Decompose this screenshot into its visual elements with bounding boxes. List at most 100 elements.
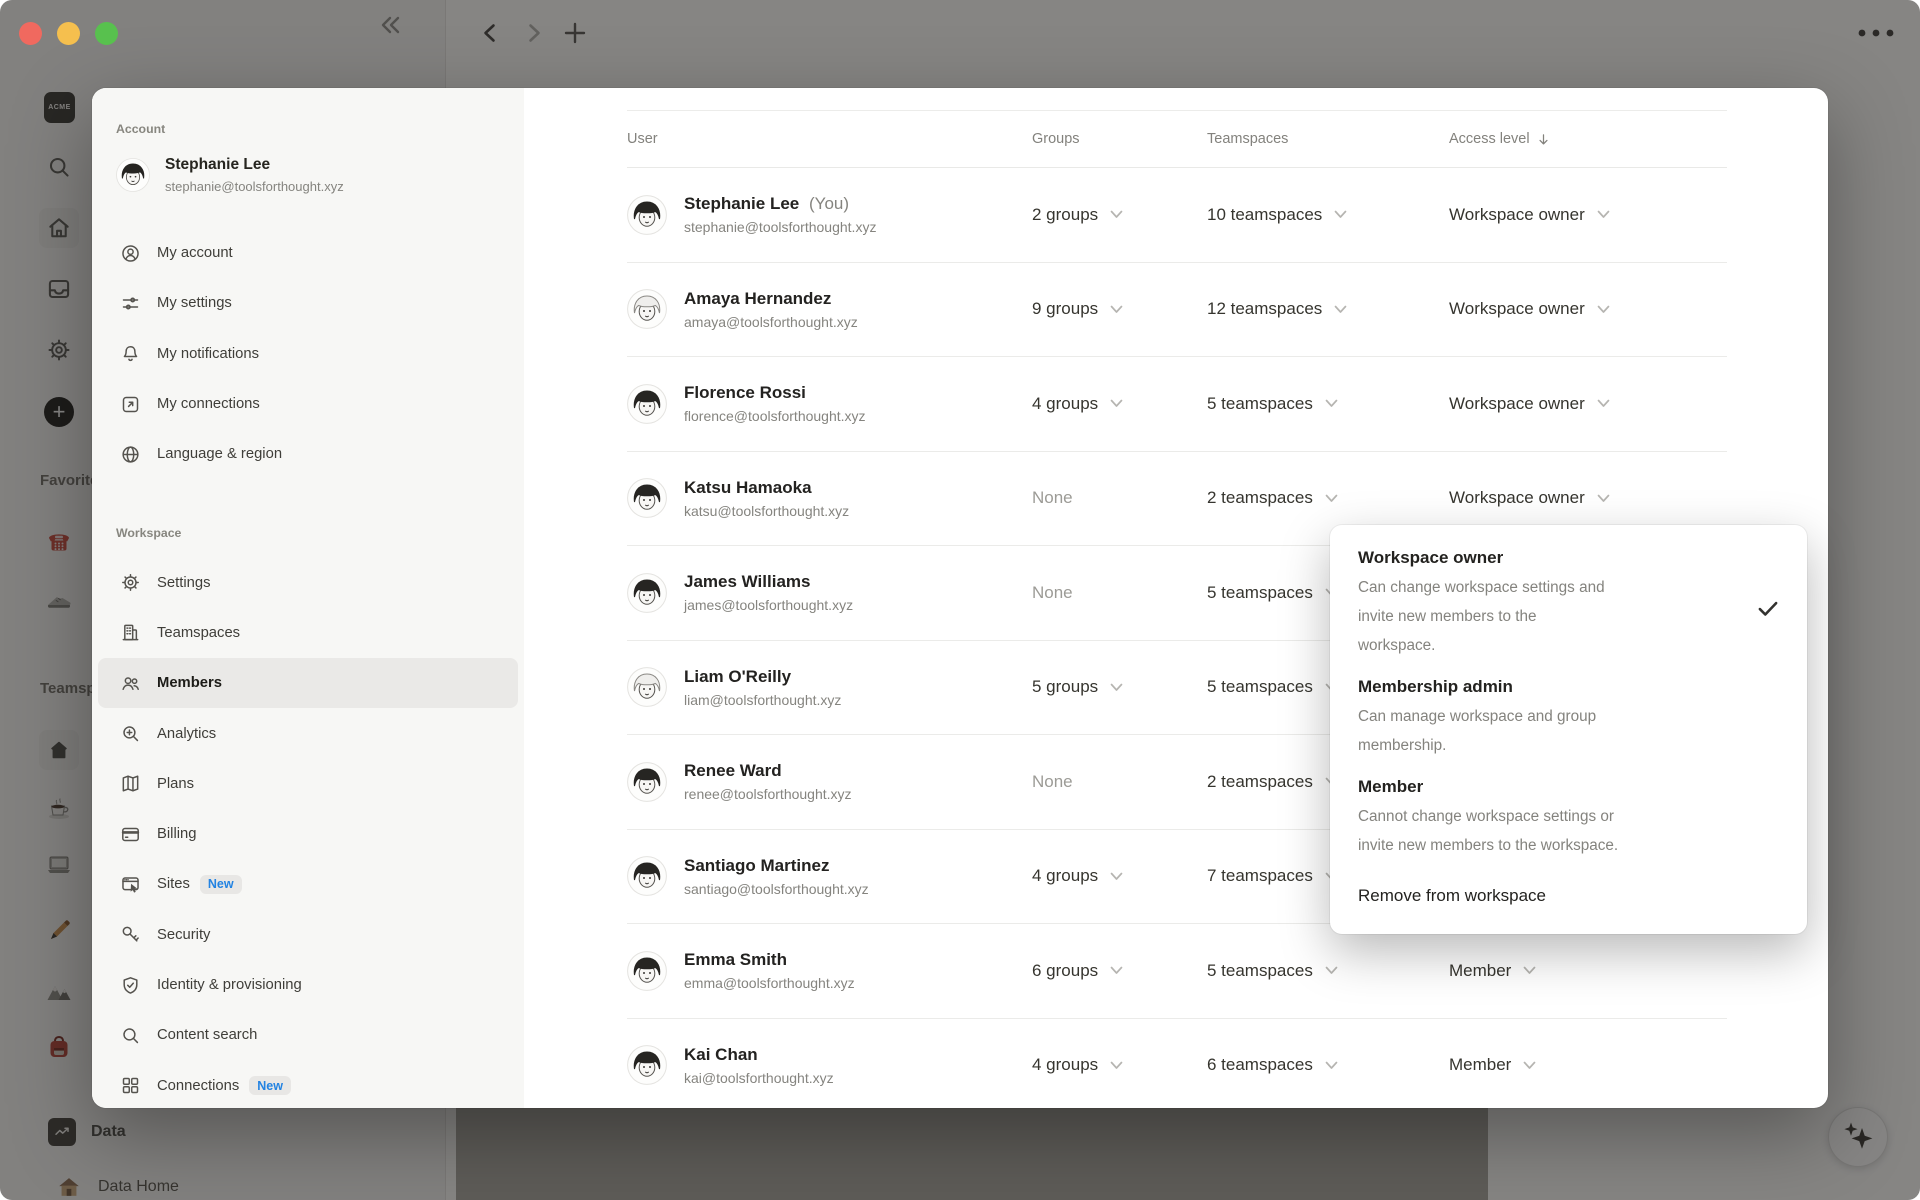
menu-option-member[interactable]: Member Cannot change workspace settings o…: [1358, 774, 1783, 860]
column-header-access-level[interactable]: Access level: [1449, 131, 1727, 147]
access-level-cell[interactable]: Member: [1449, 961, 1727, 981]
minimize-button[interactable]: [57, 22, 80, 45]
sidebar-item-content-search[interactable]: Content search: [98, 1010, 518, 1060]
teamspaces-cell[interactable]: 6 teamspaces: [1207, 1055, 1449, 1075]
shield-check-icon: [120, 975, 141, 996]
menu-option-workspace-owner[interactable]: Workspace owner Can change workspace sett…: [1358, 545, 1783, 660]
magnifier-plus-icon: [120, 723, 141, 744]
access-level-cell[interactable]: Member: [1449, 1055, 1727, 1075]
sidebar-item-teamspaces[interactable]: Teamspaces: [98, 608, 518, 658]
sidebar-item-sites[interactable]: Sites New: [98, 859, 518, 909]
chevron-down-icon: [1110, 872, 1123, 880]
user-cell: Amaya Hernandez amaya@toolsforthought.xyz: [627, 287, 1032, 332]
table-row: Amaya Hernandez amaya@toolsforthought.xyz…: [627, 263, 1727, 357]
table-header: User Groups Teamspaces Access level: [627, 110, 1727, 168]
column-header-teamspaces[interactable]: Teamspaces: [1207, 131, 1449, 147]
zoom-button[interactable]: [95, 22, 118, 45]
avatar: [116, 158, 150, 192]
teamspaces-cell[interactable]: 10 teamspaces: [1207, 205, 1449, 225]
menu-option-membership-admin[interactable]: Membership admin Can manage workspace and…: [1358, 674, 1783, 760]
browser-cursor-icon: [120, 874, 141, 895]
teamspaces-cell[interactable]: 5 teamspaces: [1207, 394, 1449, 414]
screen: ACME + Favorites Teamspaces: [0, 0, 1920, 1200]
user-cell: Emma Smith emma@toolsforthought.xyz: [627, 948, 1032, 993]
chevron-down-icon: [1524, 1061, 1536, 1069]
groups-cell[interactable]: 6 groups: [1032, 961, 1207, 981]
sidebar-item-my-account[interactable]: My account: [98, 228, 518, 278]
menu-option-label: Workspace owner: [1358, 548, 1504, 567]
chevron-down-icon: [1334, 305, 1347, 313]
sidebar-item-plans[interactable]: Plans: [98, 759, 518, 809]
new-badge: New: [199, 874, 242, 894]
sidebar-item-label: Settings: [157, 574, 211, 591]
groups-cell[interactable]: 2 groups: [1032, 205, 1207, 225]
menu-item-remove-from-workspace[interactable]: Remove from workspace: [1358, 874, 1783, 928]
sidebar-item-billing[interactable]: Billing: [98, 809, 518, 859]
member-name: Amaya Hernandez: [684, 288, 832, 308]
avatar: [627, 572, 667, 613]
sidebar-item-members[interactable]: Members: [98, 658, 518, 709]
menu-option-label: Member: [1358, 777, 1424, 796]
close-button[interactable]: [19, 22, 42, 45]
groups-cell[interactable]: 4 groups: [1032, 866, 1207, 886]
account-user-name: Stephanie Lee: [165, 156, 271, 173]
sidebar-item-my-connections[interactable]: My connections: [98, 379, 518, 429]
person-circle-icon: [120, 243, 141, 264]
member-email: katsu@toolsforthought.xyz: [684, 502, 850, 519]
sidebar-item-label: Analytics: [157, 725, 217, 742]
member-name: James Williams: [684, 572, 811, 592]
member-email: renee@toolsforthought.xyz: [684, 786, 852, 803]
column-header-groups[interactable]: Groups: [1032, 131, 1207, 147]
sidebar-item-settings[interactable]: Settings: [98, 557, 518, 607]
avatar: [627, 194, 667, 235]
avatar: [627, 667, 667, 708]
sidebar-item-label: Members: [157, 675, 222, 692]
avatar: [627, 478, 667, 519]
column-header-user[interactable]: User: [627, 131, 1032, 147]
groups-cell[interactable]: 4 groups: [1032, 1055, 1207, 1075]
chevron-down-icon: [1110, 210, 1123, 219]
groups-cell[interactable]: 5 groups: [1032, 677, 1207, 697]
sidebar-item-label: Teamspaces: [157, 624, 241, 641]
user-cell: Katsu Hamaoka katsu@toolsforthought.xyz: [627, 476, 1032, 521]
groups-cell: None: [1032, 582, 1073, 602]
access-level-cell[interactable]: Workspace owner: [1449, 299, 1727, 319]
access-level-cell[interactable]: Workspace owner: [1449, 205, 1727, 225]
sidebar-item-language-region[interactable]: Language & region: [98, 429, 518, 479]
chevron-down-icon: [1110, 683, 1123, 691]
sidebar-item-analytics[interactable]: Analytics: [98, 708, 518, 758]
member-email: emma@toolsforthought.xyz: [684, 975, 855, 992]
chevron-down-icon: [1325, 494, 1338, 502]
member-email: stephanie@toolsforthought.xyz: [684, 219, 877, 236]
groups-cell[interactable]: 9 groups: [1032, 299, 1207, 319]
sidebar-item-label: My notifications: [157, 345, 259, 362]
menu-option-label: Membership admin: [1358, 677, 1513, 696]
sidebar-item-my-settings[interactable]: My settings: [98, 278, 518, 328]
member-email: james@toolsforthought.xyz: [684, 597, 854, 614]
sidebar-item-my-notifications[interactable]: My notifications: [98, 329, 518, 379]
sidebar-item-label: My settings: [157, 295, 232, 312]
account-user: Stephanie Lee stephanie@toolsforthought.…: [110, 144, 506, 206]
sidebar-item-identity-provisioning[interactable]: Identity & provisioning: [98, 960, 518, 1010]
teamspaces-cell[interactable]: 12 teamspaces: [1207, 299, 1449, 319]
avatar: [627, 950, 667, 991]
access-level-cell[interactable]: Workspace owner: [1449, 394, 1727, 414]
sidebar-item-security[interactable]: Security: [98, 910, 518, 960]
access-level-cell[interactable]: Workspace owner: [1449, 488, 1727, 508]
table-row: Stephanie Lee (You) stephanie@toolsfortho…: [627, 168, 1727, 263]
groups-cell[interactable]: 4 groups: [1032, 394, 1207, 414]
sidebar-item-connections[interactable]: Connections New: [98, 1060, 518, 1108]
chevron-down-icon: [1597, 305, 1610, 313]
menu-option-description: Can change workspace settings and invite…: [1358, 579, 1605, 654]
chevron-down-icon: [1325, 1061, 1338, 1069]
member-name: Liam O'Reilly: [684, 666, 792, 686]
teamspaces-cell[interactable]: 2 teamspaces: [1207, 488, 1449, 508]
sidebar-item-label: Language & region: [157, 446, 283, 463]
member-name: Emma Smith: [684, 950, 787, 970]
access-level-menu: Workspace owner Can change workspace sett…: [1330, 525, 1807, 934]
teamspaces-cell[interactable]: 5 teamspaces: [1207, 961, 1449, 981]
user-cell: Florence Rossi florence@toolsforthought.x…: [627, 381, 1032, 426]
credit-card-icon: [120, 824, 141, 845]
you-suffix: (You): [809, 194, 850, 214]
table-row: Kai Chan kai@toolsforthought.xyz 4 groups 6…: [627, 1019, 1727, 1109]
